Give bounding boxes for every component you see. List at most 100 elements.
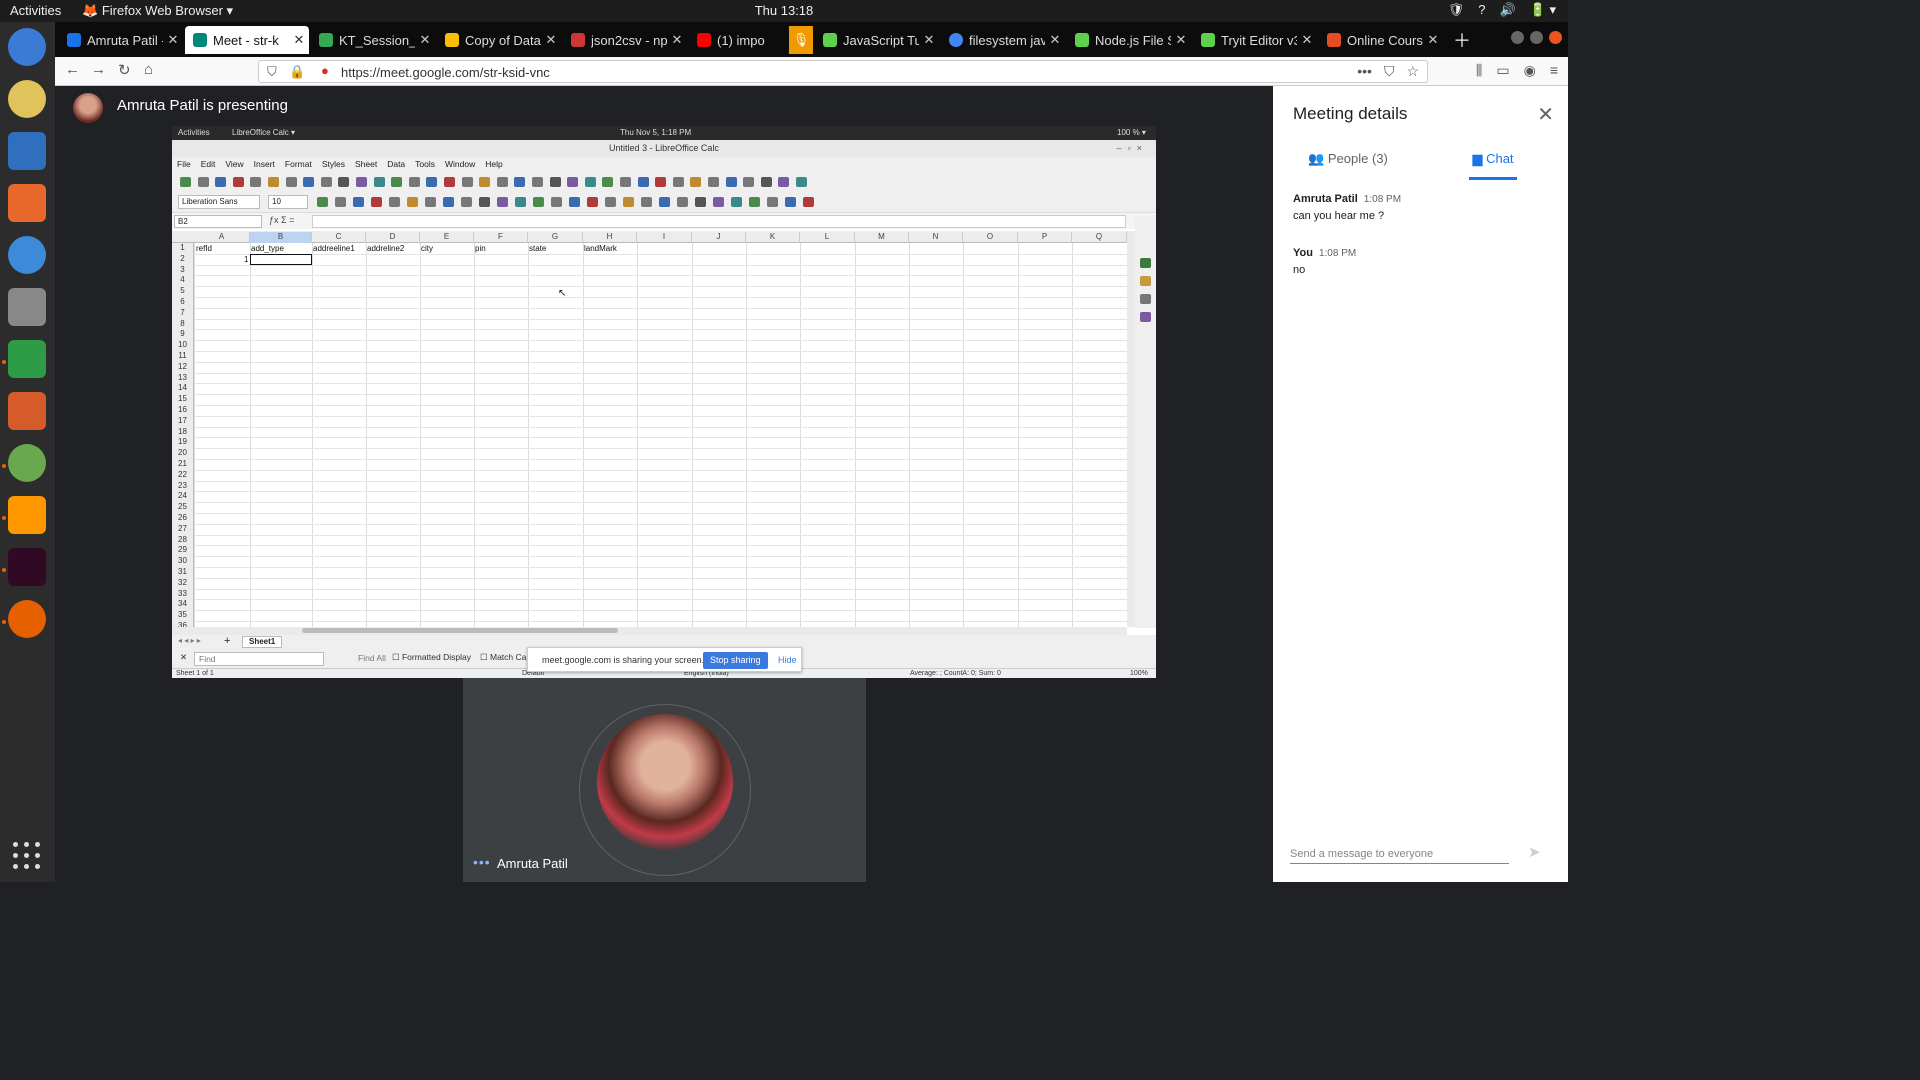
tab-tryit[interactable]: Tryit Editor v3 ✕ (1193, 26, 1317, 54)
close-icon[interactable]: ✕ (541, 32, 561, 48)
sidebar-icon[interactable]: ▭ (1496, 62, 1509, 79)
hide-button[interactable]: Hide (778, 655, 797, 665)
match-case-label: Match Ca (489, 652, 527, 662)
tab-online-course[interactable]: Online Course ✕ (1319, 26, 1443, 54)
row-header: 32 (178, 577, 187, 587)
col-header: N (909, 232, 963, 243)
thunderbird-icon[interactable] (8, 28, 46, 66)
share-message: meet.google.com is sharing your screen. (542, 655, 705, 665)
toolbar-icon (672, 177, 684, 187)
toolbar-icon (725, 177, 737, 187)
tab-amruta[interactable]: Amruta Patil - ✕ (59, 26, 183, 54)
chat-message: You 1:08 PM no (1293, 247, 1356, 276)
home-icon[interactable]: ⌂ (144, 61, 153, 78)
mic-icon[interactable]: 🎙 (789, 26, 813, 54)
grid-vline (855, 243, 856, 627)
col-header: C (312, 232, 366, 243)
message-sender: Amruta Patil (1293, 193, 1358, 205)
app-menu[interactable]: 🦊 Firefox Web Browser ▾ (82, 3, 233, 19)
tab-filesystem[interactable]: filesystem java✕ (941, 26, 1065, 54)
forward-icon[interactable]: → (91, 61, 106, 78)
shield-icon[interactable]: ⛉ (267, 64, 277, 80)
tab-copy-of-data[interactable]: Copy of Data S✕ (437, 26, 561, 54)
tab-youtube[interactable]: (1) impo 🎙 (689, 26, 813, 54)
terminal-icon[interactable] (8, 548, 46, 586)
pocket-icon[interactable]: ⛉ (1384, 63, 1395, 80)
toolbar-icon (479, 197, 490, 207)
grid-hline (194, 513, 1127, 514)
grid-vline (583, 243, 584, 627)
row-header: 14 (178, 383, 187, 393)
col-header: A (194, 232, 250, 243)
bookmark-star-icon[interactable]: ☆ (1406, 63, 1419, 80)
close-icon[interactable]: ✕ (163, 32, 183, 48)
tab-meet[interactable]: Meet - str-k ✕ (185, 26, 309, 54)
rhythmbox-icon[interactable] (8, 80, 46, 118)
url-bar[interactable]: ⛉ 🔒 ● https://meet.google.com/str-ksid-v… (258, 60, 1428, 83)
close-icon[interactable]: ✕ (289, 32, 309, 48)
grid-hline (194, 599, 1127, 601)
close-icon[interactable]: ✕ (1423, 32, 1443, 48)
send-icon[interactable]: ➤ (1528, 843, 1541, 861)
close-icon[interactable]: ✕ (1045, 32, 1065, 48)
toolbar-icon (731, 197, 742, 207)
app-icon[interactable] (8, 444, 46, 482)
activities-button[interactable]: Activities (10, 3, 61, 18)
writer-icon[interactable] (8, 132, 46, 170)
sublime-icon[interactable] (8, 496, 46, 534)
stop-sharing-button[interactable]: Stop sharing (703, 652, 768, 669)
col-header: E (420, 232, 474, 243)
close-icon[interactable]: ✕ (919, 32, 939, 48)
tab-kt-session[interactable]: KT_Session_R✕ (311, 26, 435, 54)
function-wizard-icon: ƒx Σ = (269, 215, 295, 225)
menu-icon[interactable]: ≡ (1550, 62, 1558, 79)
calc-icon[interactable] (8, 340, 46, 378)
software-center-icon[interactable] (8, 184, 46, 222)
system-clock[interactable]: Thu 13:18 (755, 3, 814, 18)
settings-icon[interactable] (8, 288, 46, 326)
chat-input[interactable]: Send a message to everyone (1290, 844, 1509, 864)
tab-javascript[interactable]: JavaScript Tut ✕ (815, 26, 939, 54)
minimize-button[interactable] (1511, 31, 1524, 44)
shared-screen: Activities LibreOffice Calc ▾ Thu Nov 5,… (172, 126, 1156, 678)
url-text[interactable]: https://meet.google.com/str-ksid-vnc (341, 65, 550, 80)
files-icon[interactable] (8, 392, 46, 430)
chat-icon: ▆ (1472, 151, 1483, 166)
toolbar-icon (461, 197, 472, 207)
volume-icon[interactable]: 🔊 (1499, 2, 1515, 18)
lock-icon[interactable]: 🔒 (289, 64, 305, 80)
close-icon[interactable]: ✕ (1171, 32, 1191, 48)
maximize-button[interactable] (1530, 31, 1543, 44)
new-tab-button[interactable]: ＋ (1453, 26, 1483, 54)
shield-icon[interactable]: 🛡 (1448, 2, 1465, 18)
more-actions-icon[interactable]: ••• (1357, 63, 1372, 80)
mic-icon[interactable]: ● (321, 63, 329, 78)
tab-people[interactable]: 👥 People (3) (1293, 144, 1403, 180)
reload-icon[interactable]: ↻ (118, 61, 131, 79)
account-icon[interactable]: ◉ (1524, 62, 1536, 79)
show-applications-icon[interactable] (13, 842, 41, 870)
help-icon[interactable]: ? (1478, 2, 1485, 18)
close-icon[interactable]: ✕ (1297, 32, 1317, 48)
close-icon[interactable]: ✕ (1537, 102, 1554, 127)
library-icon[interactable]: ⫼ (1476, 62, 1482, 79)
tab-chat[interactable]: ▆ Chat (1469, 144, 1517, 180)
tab-title: JavaScript Tut (843, 32, 919, 48)
tab-nodejs[interactable]: Node.js File Sy✕ (1067, 26, 1191, 54)
firefox-icon[interactable] (8, 600, 46, 638)
close-window-button[interactable] (1549, 31, 1562, 44)
close-icon[interactable]: ✕ (415, 32, 435, 48)
cell-B1: add_type (251, 244, 284, 253)
back-icon[interactable]: ← (65, 61, 80, 78)
toolbar-icon (197, 177, 209, 187)
message-text: no (1293, 264, 1306, 276)
close-icon[interactable]: ✕ (667, 32, 687, 48)
help-icon[interactable] (8, 236, 46, 274)
tab-favicon (949, 33, 963, 47)
calc-formatting-toolbar: Liberation Sans 10 (172, 192, 1156, 212)
battery-icon[interactable]: 🔋 ▾ (1530, 2, 1556, 18)
system-tray[interactable]: 🛡 ? 🔊 🔋 ▾ (1448, 2, 1556, 18)
more-options-icon[interactable]: ••• (473, 854, 491, 870)
toolbar-icon (303, 177, 315, 187)
tab-json2csv[interactable]: json2csv - npm✕ (563, 26, 687, 54)
